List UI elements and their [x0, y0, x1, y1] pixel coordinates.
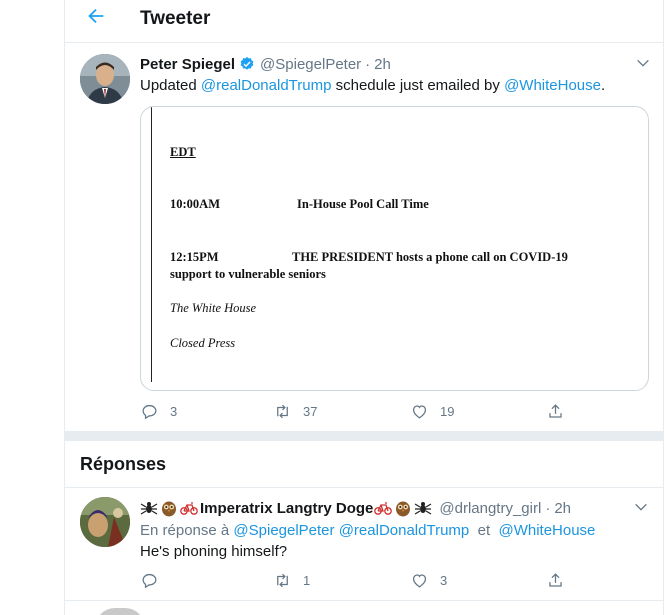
bicycle-icon	[374, 499, 393, 517]
back-arrow-icon	[88, 8, 104, 24]
reply-text: He's phoning himself?	[140, 543, 288, 560]
owl-icon	[160, 499, 178, 517]
tweet-author-row: Peter Spiegel @SpiegelPeter · 2h	[140, 54, 391, 74]
share-button[interactable]	[546, 400, 565, 422]
doc-row-time: 10:00AM	[170, 197, 220, 211]
doc-press: Closed Press	[170, 336, 236, 350]
tweet-menu-button[interactable]	[633, 53, 653, 73]
mention-link[interactable]: @realDonaldTrump	[339, 522, 470, 539]
divider	[65, 600, 663, 601]
author-name[interactable]: Imperatrix Langtry Doge	[200, 500, 373, 517]
mention-link[interactable]: @realDonaldTrump	[201, 77, 332, 94]
chevron-down-icon	[637, 59, 649, 67]
reply-icon	[142, 573, 157, 588]
reply-button[interactable]: 3	[140, 400, 177, 422]
tweet-time[interactable]: 2h	[374, 56, 391, 73]
spider-icon	[140, 499, 158, 517]
separator-dot: ·	[365, 55, 371, 73]
tweet-actions: 3 37 19	[140, 400, 580, 422]
tweet-time[interactable]: 2h	[554, 500, 571, 517]
author-handle[interactable]: @SpiegelPeter	[260, 56, 361, 73]
heart-icon	[412, 573, 427, 588]
author-name[interactable]: Peter Spiegel	[140, 56, 235, 73]
main-tweet: Peter Spiegel @SpiegelPeter · 2h Updated…	[65, 43, 663, 432]
replying-to-line: En réponse à @SpiegelPeter @realDonaldTr…	[140, 521, 595, 541]
avatar[interactable]	[80, 54, 130, 104]
section-divider	[65, 431, 663, 441]
share-button[interactable]	[546, 569, 565, 591]
reply-button[interactable]	[140, 569, 170, 591]
separator-dot: ·	[545, 499, 551, 517]
tweet-text-suffix: .	[601, 77, 606, 94]
doc-location: The White House	[170, 301, 257, 315]
retweet-icon	[277, 573, 288, 587]
doc-edt-label: EDT	[170, 145, 196, 159]
media-attachment[interactable]: EDT 10:00AM In-House Pool Call Time 12:15…	[140, 106, 649, 391]
heart-icon	[412, 404, 427, 419]
bicycle-icon	[180, 499, 198, 517]
tweet-text: Updated @realDonaldTrump schedule just e…	[140, 76, 605, 96]
tweet-column: Tweeter Peter Spiegel @SpiegelPeter · 2h	[64, 0, 664, 615]
spider-icon	[414, 499, 432, 517]
reply-icon	[142, 404, 157, 419]
replies-heading: Réponses	[80, 454, 167, 474]
retweet-count: 37	[303, 403, 318, 419]
retweet-button[interactable]: 37	[273, 400, 317, 422]
retweet-icon	[277, 404, 288, 418]
replying-to-label: En réponse à	[140, 522, 234, 539]
retweet-button[interactable]: 1	[273, 569, 310, 591]
tweet-text-prefix: Updated	[140, 77, 201, 94]
tweet-menu-button[interactable]	[631, 497, 651, 517]
header: Tweeter	[65, 0, 663, 43]
avatar[interactable]	[95, 608, 145, 615]
mention-link[interactable]: @WhiteHouse	[504, 77, 601, 94]
document-margin-line	[151, 107, 152, 382]
reply-count: 3	[170, 403, 178, 419]
doc-row: 12:15PM THE PRESIDENT hosts a phone call …	[170, 249, 610, 283]
like-count: 3	[440, 572, 448, 588]
avatar[interactable]	[80, 497, 130, 547]
like-count: 19	[440, 403, 455, 419]
avatar-image	[80, 497, 130, 547]
like-button[interactable]: 19	[410, 400, 454, 422]
avatar-image	[80, 54, 130, 104]
share-icon	[549, 572, 562, 587]
author-handle[interactable]: @drlangtry_girl	[439, 500, 541, 517]
replying-to-conjunction: et	[477, 522, 491, 539]
doc-row-time: 12:15PM	[170, 250, 219, 264]
like-button[interactable]: 3	[410, 569, 447, 591]
chevron-down-icon	[635, 503, 647, 511]
reply-actions: 1 3	[140, 569, 580, 591]
page-title: Tweeter	[140, 8, 211, 29]
divider	[65, 487, 663, 488]
mention-link[interactable]: @WhiteHouse	[498, 522, 595, 539]
doc-row-event: In-House Pool Call Time	[297, 197, 429, 211]
doc-row: 10:00AM In-House Pool Call Time	[170, 197, 429, 212]
verified-badge-icon	[239, 56, 255, 72]
retweet-count: 1	[303, 572, 311, 588]
share-icon	[549, 403, 562, 418]
owl-icon	[394, 499, 412, 517]
reply-author-row: Imperatrix Langtry Doge @drlangtry_girl …	[140, 498, 571, 518]
mention-link[interactable]: @SpiegelPeter	[233, 522, 334, 539]
tweet-text-middle: schedule just emailed by	[331, 77, 505, 94]
back-button[interactable]	[83, 3, 109, 29]
